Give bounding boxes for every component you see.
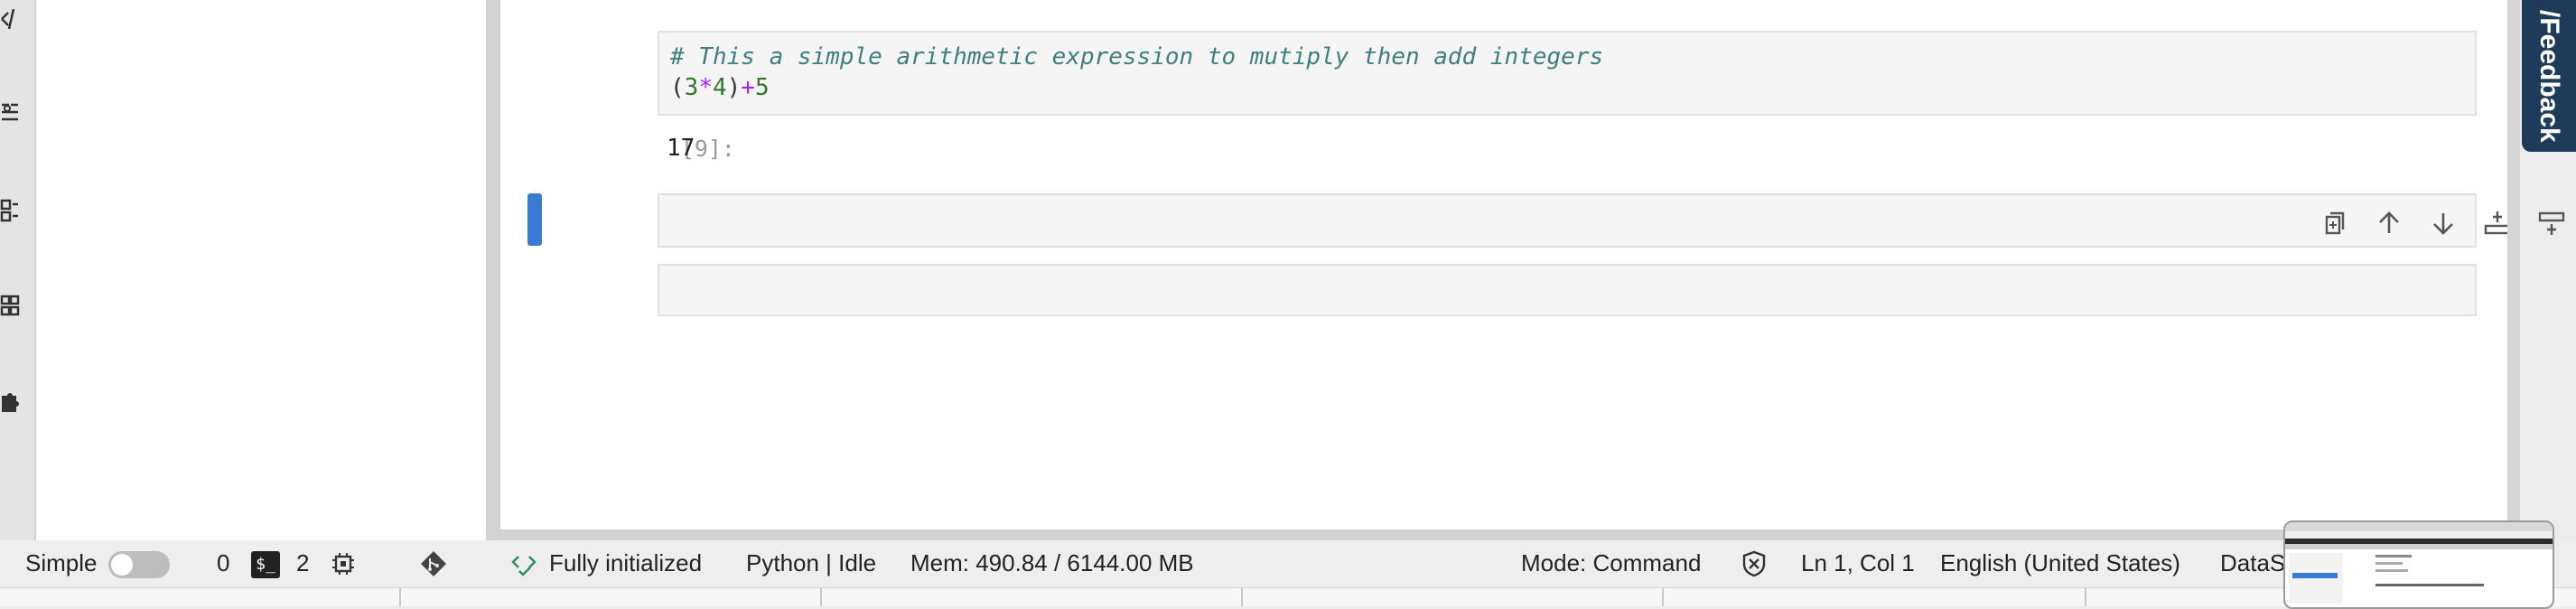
kernel-status[interactable]: Python | Idle	[746, 549, 876, 577]
code-cell-editor[interactable]	[658, 264, 2477, 316]
strip-divider	[399, 588, 401, 606]
terminal-count[interactable]: 2	[296, 549, 309, 577]
insert-above-icon[interactable]	[2536, 208, 2567, 239]
language-server-icon[interactable]	[509, 549, 538, 578]
bottom-strip	[0, 587, 2576, 606]
simple-mode-toggle[interactable]	[108, 551, 170, 578]
extension-grid-icon[interactable]	[0, 293, 20, 320]
code-token: 5	[754, 74, 770, 101]
code-token: )	[726, 74, 742, 101]
status-extra[interactable]: DataS	[2220, 549, 2285, 577]
terminal-icon[interactable]: $_	[251, 551, 280, 578]
screenshot-thumbnail[interactable]	[2283, 520, 2554, 609]
strip-divider	[1241, 588, 1243, 606]
notebook-scrollbar[interactable]	[2507, 0, 2520, 540]
strip-divider	[2085, 588, 2086, 606]
property-inspector-icon[interactable]	[0, 99, 20, 126]
init-status[interactable]: Fully initialized	[549, 549, 702, 577]
kernel-count[interactable]: 0	[217, 549, 229, 577]
code-token: (	[670, 74, 685, 101]
display-language[interactable]: English (United States)	[1940, 549, 2180, 577]
cell-output: 17	[667, 135, 695, 162]
trusted-shield-icon[interactable]	[1740, 549, 1769, 578]
feedback-label: /Feedback	[2534, 9, 2564, 143]
toggle-knob	[111, 554, 133, 576]
code-comment: # This a simple arithmetic expression to…	[670, 43, 1604, 70]
code-icon[interactable]	[0, 5, 20, 33]
cpu-icon[interactable]	[329, 549, 358, 578]
code-token: +	[741, 74, 755, 101]
status-bar: Simple 0 $_ 2 Fully initialized Python |…	[0, 540, 2576, 587]
feedback-tab[interactable]: /Feedback	[2522, 0, 2576, 152]
table-of-contents-icon[interactable]	[0, 197, 20, 224]
panel-divider	[486, 529, 2520, 540]
file-browser-panel	[34, 0, 488, 540]
code-cell-editor[interactable]: # This a simple arithmetic expression to…	[658, 31, 2477, 116]
move-up-icon[interactable]	[2374, 208, 2404, 239]
notebook-mode: Mode: Command	[1521, 549, 1702, 576]
panel-splitter[interactable]	[486, 0, 500, 540]
git-icon[interactable]	[419, 549, 448, 578]
code-expression: (3*4)+5	[670, 74, 770, 101]
code-token: *	[698, 74, 713, 101]
active-cell-marker	[527, 193, 542, 246]
puzzle-icon[interactable]	[0, 389, 20, 416]
activity-bar	[0, 0, 34, 540]
move-down-icon[interactable]	[2428, 208, 2459, 239]
strip-divider	[820, 588, 822, 606]
notebook-panel: [9]: # This a simple arithmetic expressi…	[500, 0, 2565, 529]
memory-usage: Mem: 490.84 / 6144.00 MB	[910, 549, 1194, 576]
simple-mode-label: Simple	[25, 549, 98, 576]
code-cell-editor[interactable]	[658, 193, 2565, 248]
duplicate-icon[interactable]	[2319, 208, 2350, 239]
strip-divider	[1662, 588, 1664, 606]
cursor-position[interactable]: Ln 1, Col 1	[1801, 549, 1915, 577]
output-prompt: [9]:	[680, 136, 735, 162]
code-token: 3	[684, 74, 699, 101]
code-token: 4	[712, 74, 727, 101]
